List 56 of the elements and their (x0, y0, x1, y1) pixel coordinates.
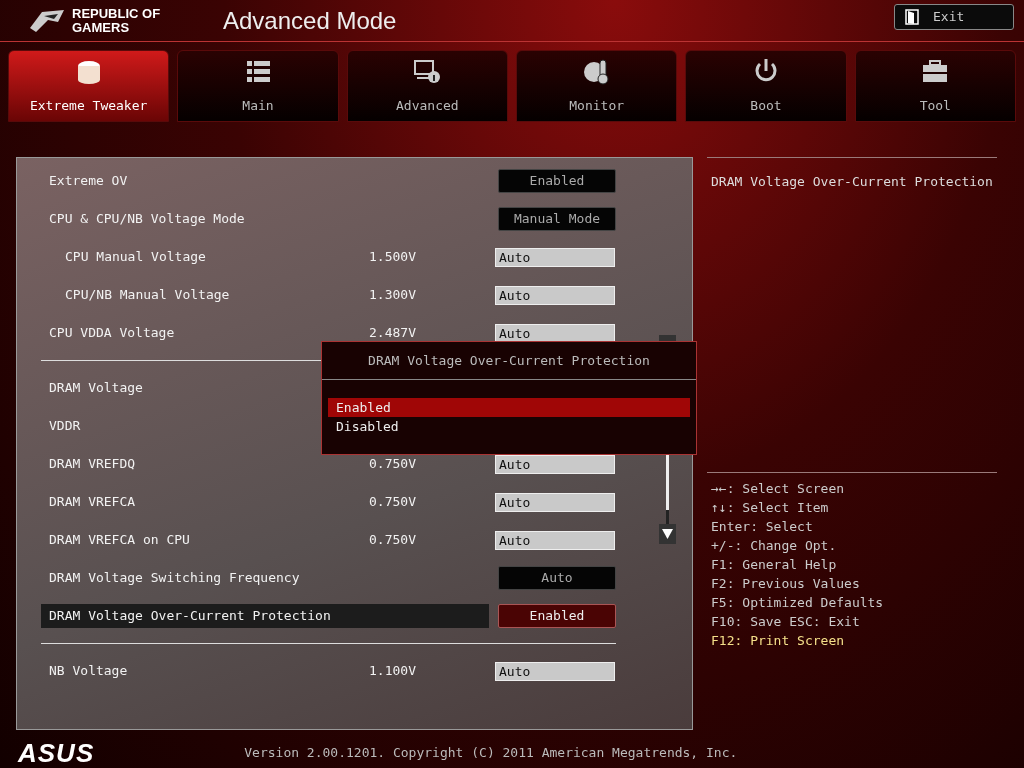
brand-name: REPUBLIC OF GAMERS (72, 6, 162, 35)
key-hint: →←: Select Screen (711, 480, 846, 498)
setting-label[interactable]: NB Voltage (41, 659, 361, 683)
key-hint: +/-: Change Opt. (711, 537, 838, 555)
help-description: DRAM Voltage Over-Current Protection (711, 173, 994, 191)
value-field[interactable]: Auto (495, 661, 615, 681)
window-title: Advanced Mode (223, 5, 397, 36)
exit-button[interactable]: Exit (894, 3, 1014, 30)
setting-label[interactable]: CPU Manual Voltage (41, 245, 361, 269)
setting-label[interactable]: DRAM VREFDQ (41, 452, 361, 476)
scrollbar[interactable] (657, 454, 677, 544)
tab[interactable]: Boot (685, 50, 847, 122)
key-hint: ↑↓: Select Item (711, 499, 830, 517)
voltage-reading: 1.500V (369, 248, 417, 267)
popup-option[interactable]: Enabled (328, 398, 690, 417)
voltage-reading: 0.750V (369, 455, 417, 474)
key-hint: F5: Optimized Defaults (711, 594, 885, 612)
setting-label[interactable]: DRAM Voltage Over-Current Protection (41, 604, 489, 628)
key-hint: F12: Print Screen (711, 632, 846, 650)
value-field[interactable]: Auto (495, 285, 615, 305)
value-field[interactable]: Auto (495, 492, 615, 512)
thermometer-gauge-icon (582, 57, 611, 86)
tab[interactable]: Tool (854, 50, 1016, 122)
version-text: Version 2.00.1201. Copyright (C) 2011 American Megatrends, Inc. (244, 744, 738, 763)
option-button[interactable]: Enabled (498, 169, 616, 193)
option-button[interactable]: Enabled (498, 604, 616, 628)
tab[interactable]: Monitor (516, 50, 678, 122)
tab[interactable]: Main (177, 50, 339, 122)
setting-label[interactable]: DRAM VREFCA (41, 490, 361, 514)
popup-title: DRAM Voltage Over-Current Protection (322, 342, 696, 380)
value-field[interactable]: Auto (495, 247, 615, 267)
voltage-reading: 0.750V (369, 493, 417, 512)
rog-eye-logo-icon (28, 7, 66, 34)
option-button[interactable]: Auto (498, 566, 616, 590)
setting-label[interactable]: Extreme OV (41, 169, 489, 193)
popup-option[interactable]: Disabled (328, 417, 690, 436)
voltage-reading: 0.750V (369, 531, 417, 550)
value-field[interactable]: Auto (495, 530, 615, 550)
voltage-reading: 1.100V (369, 662, 417, 681)
voltage-reading: 1.300V (369, 286, 417, 305)
door-icon (905, 8, 919, 25)
setting-label[interactable]: CPU & CPU/NB Voltage Mode (41, 207, 489, 231)
tab[interactable]: Advanced (346, 50, 508, 122)
key-hint: Enter: Select (711, 518, 814, 536)
tab[interactable]: Extreme Tweaker (8, 50, 170, 122)
asus-logo: ASUS (18, 736, 95, 768)
voltage-reading: 2.487V (369, 324, 417, 343)
option-button[interactable]: Manual Mode (498, 207, 616, 231)
setting-label[interactable]: DRAM VREFCA on CPU (41, 528, 361, 552)
setting-label[interactable]: CPU/NB Manual Voltage (41, 283, 361, 307)
key-hint: F1: General Help (711, 556, 838, 574)
key-hint: F2: Previous Values (711, 575, 861, 593)
monitor-info-icon (413, 57, 442, 86)
key-hint: F10: Save ESC: Exit (711, 613, 861, 631)
setting-label[interactable]: DRAM Voltage Switching Frequency (41, 566, 489, 590)
setting-label[interactable]: CPU VDDA Voltage (41, 321, 361, 345)
